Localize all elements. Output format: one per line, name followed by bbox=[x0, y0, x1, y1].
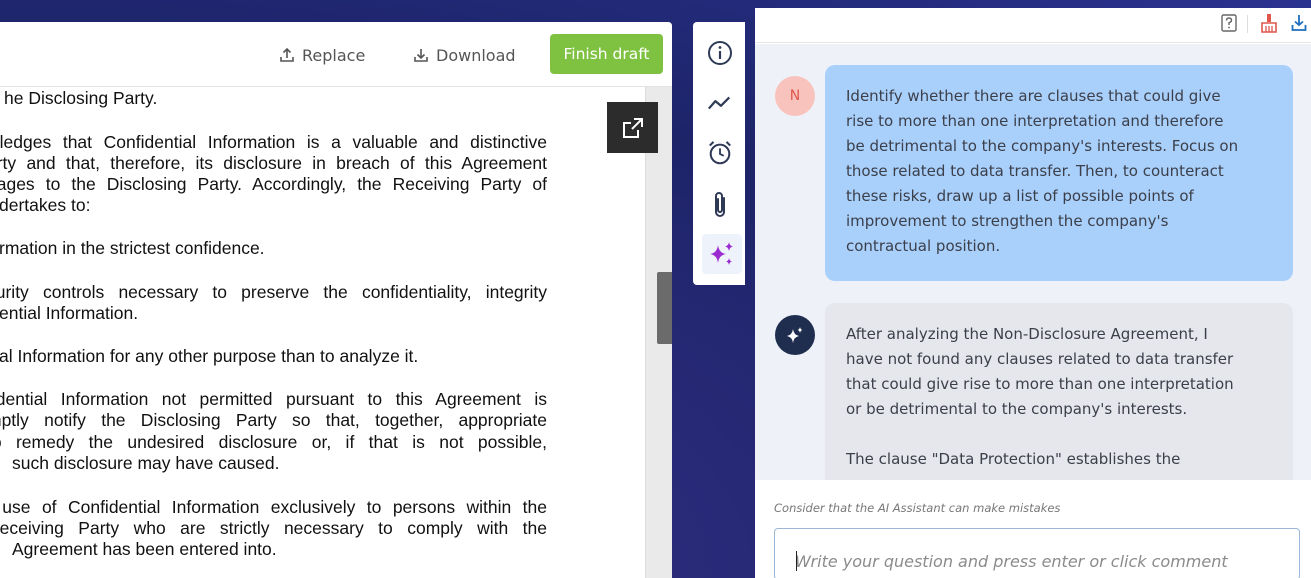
topbar-divider bbox=[1247, 15, 1248, 33]
alarm-clock-icon bbox=[709, 141, 731, 165]
assistant-message: After analyzing the Non-Disclosure Agree… bbox=[825, 303, 1293, 480]
activity-button[interactable] bbox=[707, 90, 733, 116]
replace-label: Replace bbox=[302, 45, 366, 65]
message-line: these risks, draw up a list of possible … bbox=[846, 187, 1194, 205]
open-external-icon bbox=[622, 117, 643, 138]
attachments-button[interactable] bbox=[707, 192, 733, 218]
chat-top-bar bbox=[755, 8, 1311, 43]
message-line: be detrimental to the company's interest… bbox=[846, 137, 1239, 155]
document-line: curity controls necessary to preserve th… bbox=[0, 282, 547, 302]
document-line: to remedy the undesired disclosure or, i… bbox=[0, 432, 547, 452]
finish-draft-button[interactable]: Finish draft bbox=[550, 34, 663, 74]
document-line: dertakes to: bbox=[0, 195, 91, 215]
message-line: Identify whether there are clauses that … bbox=[846, 87, 1221, 105]
ai-sparkle-icon bbox=[787, 327, 803, 343]
message-line: those related to data transfer. Then, to… bbox=[846, 162, 1224, 180]
assistant-avatar bbox=[775, 315, 815, 355]
document-line: Receiving Party who are strictly necessa… bbox=[0, 518, 547, 538]
user-message-text: Identify whether there are clauses that … bbox=[846, 84, 1273, 259]
download-label: Download bbox=[436, 45, 516, 65]
user-avatar: N bbox=[775, 76, 815, 116]
document-line: such disclosure may have caused. bbox=[12, 453, 280, 473]
chat-messages[interactable]: N Identify whether there are clauses tha… bbox=[755, 44, 1311, 480]
document-scrollbar[interactable] bbox=[645, 87, 672, 578]
activity-icon bbox=[708, 96, 731, 110]
message-line: After analyzing the Non-Disclosure Agree… bbox=[846, 325, 1208, 343]
message-line: The clause "Data Protection" establishes… bbox=[846, 450, 1181, 468]
document-body[interactable]: he Disclosing Party. wledges that Confid… bbox=[0, 87, 645, 578]
document-line: nages to the Disclosing Party. According… bbox=[0, 174, 547, 194]
help-icon bbox=[1221, 14, 1237, 32]
message-line bbox=[846, 422, 1273, 447]
open-external-button[interactable] bbox=[607, 102, 658, 153]
chat-input[interactable] bbox=[795, 549, 1275, 573]
download-icon bbox=[414, 49, 428, 62]
document-line: mptly notify the Disclosing Party so tha… bbox=[0, 410, 547, 430]
ai-assistant-button[interactable] bbox=[702, 234, 742, 274]
document-line: Agreement has been entered into. bbox=[12, 539, 277, 559]
document-toolbar: Replace Download Finish draft bbox=[0, 22, 672, 87]
document-line: fidential Information not permitted purs… bbox=[0, 389, 547, 409]
reminder-button[interactable] bbox=[707, 140, 733, 166]
document-panel: Replace Download Finish draft he Disclos… bbox=[0, 22, 672, 578]
document-line: he Disclosing Party. bbox=[4, 88, 158, 108]
message-line: contractual position. bbox=[846, 237, 1001, 255]
document-line: rmation in the strictest confidence. bbox=[0, 238, 265, 258]
info-icon bbox=[708, 41, 732, 65]
message-line: have not found any clauses related to da… bbox=[846, 350, 1234, 368]
info-button[interactable] bbox=[707, 40, 733, 66]
upload-icon bbox=[280, 47, 294, 62]
replace-button[interactable]: Replace bbox=[279, 44, 365, 66]
ai-disclaimer: Consider that the AI Assistant can make … bbox=[774, 501, 1061, 515]
ai-sparkle-icon bbox=[710, 242, 733, 265]
broom-icon bbox=[1261, 14, 1277, 33]
download-button[interactable]: Download bbox=[413, 44, 516, 66]
clear-chat-button[interactable] bbox=[1260, 13, 1278, 33]
download-icon bbox=[1291, 15, 1307, 31]
document-line: wledges that Confidential Information is… bbox=[0, 132, 547, 152]
document-line: l use of Confidential Information exclus… bbox=[0, 497, 547, 517]
message-line: rise to more than one interpretation and… bbox=[846, 112, 1224, 130]
message-line: or be detrimental to the company's inter… bbox=[846, 400, 1188, 418]
side-toolbar bbox=[693, 22, 745, 285]
ai-chat-panel: N Identify whether there are clauses tha… bbox=[755, 8, 1311, 578]
paperclip-icon bbox=[715, 192, 725, 217]
message-line: improvement to strengthen the company's bbox=[846, 212, 1169, 230]
scrollbar-thumb[interactable] bbox=[657, 272, 672, 344]
document-line: arty and that, therefore, its disclosure… bbox=[0, 153, 547, 173]
chat-input-box[interactable] bbox=[774, 528, 1300, 578]
text-cursor bbox=[796, 551, 797, 571]
assistant-message-text: After analyzing the Non-Disclosure Agree… bbox=[846, 322, 1273, 472]
download-chat-button[interactable] bbox=[1290, 13, 1308, 33]
help-button[interactable] bbox=[1220, 13, 1238, 33]
document-line: ential Information. bbox=[0, 303, 139, 323]
message-line: that could give rise to more than one in… bbox=[846, 375, 1234, 393]
document-line: al Information for any other purpose tha… bbox=[0, 346, 419, 366]
user-message: Identify whether there are clauses that … bbox=[825, 65, 1293, 281]
